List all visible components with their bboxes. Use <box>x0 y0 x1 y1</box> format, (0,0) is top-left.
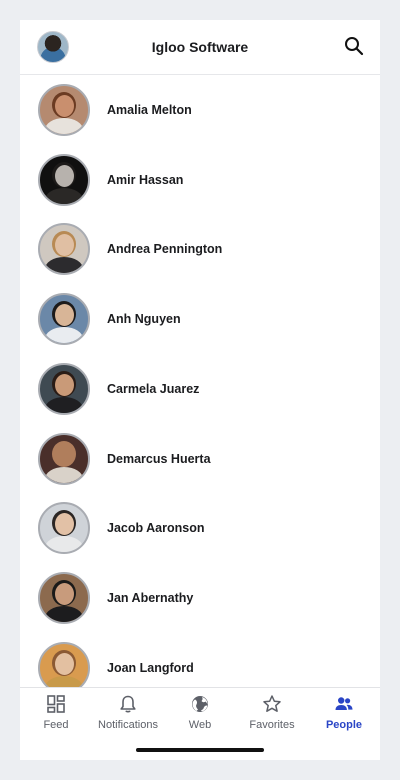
person-name: Joan Langford <box>107 660 194 675</box>
avatar <box>38 84 90 136</box>
avatar-body <box>45 605 83 622</box>
avatar-face <box>55 95 74 117</box>
people-list: Amalia Melton Amir Hassan Andrea Penningto… <box>20 75 380 687</box>
avatar <box>38 153 90 206</box>
avatar <box>38 223 90 276</box>
avatar-body <box>45 466 83 483</box>
person-name: Demarcus Huerta <box>107 451 211 466</box>
avatar <box>38 293 90 346</box>
avatar <box>38 502 90 555</box>
avatar-face <box>55 164 74 187</box>
tab-label: Feed <box>43 719 69 731</box>
avatar-face <box>55 304 74 327</box>
app-screen: Igloo Software Amalia Melton Amir Hassan A… <box>20 20 380 760</box>
list-item[interactable]: Jacob Aaronson <box>20 493 380 563</box>
person-name: Carmela Juarez <box>107 381 200 396</box>
avatar-body <box>45 536 83 553</box>
tab-web[interactable]: Web <box>164 694 236 738</box>
tab-people[interactable]: People <box>308 694 380 738</box>
bell-icon <box>120 695 136 713</box>
avatar <box>38 571 90 624</box>
tab-favorites[interactable]: Favorites <box>236 694 308 738</box>
list-item[interactable]: Jan Abernathy <box>20 563 380 633</box>
avatar-body <box>45 396 83 413</box>
tab-notifications[interactable]: Notifications <box>92 694 164 738</box>
avatar-body <box>45 118 83 134</box>
tab-label: Web <box>188 719 212 731</box>
avatar-face <box>55 373 74 396</box>
home-indicator <box>136 748 264 752</box>
star-icon <box>263 695 281 712</box>
avatar <box>38 362 90 415</box>
avatar-face <box>55 443 74 466</box>
person-name: Anh Nguyen <box>107 312 181 327</box>
avatar <box>38 432 90 485</box>
list-item[interactable]: Carmela Juarez <box>20 354 380 424</box>
list-item[interactable]: Amalia Melton <box>20 75 380 145</box>
avatar <box>38 641 90 687</box>
avatar-body <box>45 257 83 274</box>
person-name: Amalia Melton <box>107 103 192 117</box>
tab-label: People <box>325 719 363 731</box>
list-item[interactable]: Amir Hassan <box>20 145 380 215</box>
globe-icon <box>192 696 208 712</box>
tab-label: Notifications <box>98 719 158 731</box>
avatar-body <box>45 327 83 344</box>
people-icon <box>335 697 353 710</box>
person-name: Jan Abernathy <box>107 590 194 605</box>
avatar-face <box>55 652 74 675</box>
person-name: Andrea Pennington <box>107 242 223 257</box>
person-name: Jacob Aaronson <box>107 521 205 536</box>
list-item[interactable]: Anh Nguyen <box>20 284 380 354</box>
person-name: Amir Hassan <box>107 172 184 187</box>
list-item[interactable]: Joan Langford <box>20 633 380 687</box>
avatar-body <box>45 675 83 687</box>
list-item[interactable]: Demarcus Huerta <box>20 424 380 494</box>
avatar-body <box>45 187 83 204</box>
tab-label: Favorites <box>249 719 295 731</box>
page-title: Igloo Software <box>151 39 249 55</box>
tab-feed[interactable]: Feed <box>20 694 92 738</box>
top-app-bar: Igloo Software <box>20 20 380 75</box>
grid-icon <box>47 695 65 713</box>
avatar-face <box>55 582 74 605</box>
search-icon[interactable] <box>344 36 364 56</box>
list-item[interactable]: Andrea Pennington <box>20 214 380 284</box>
